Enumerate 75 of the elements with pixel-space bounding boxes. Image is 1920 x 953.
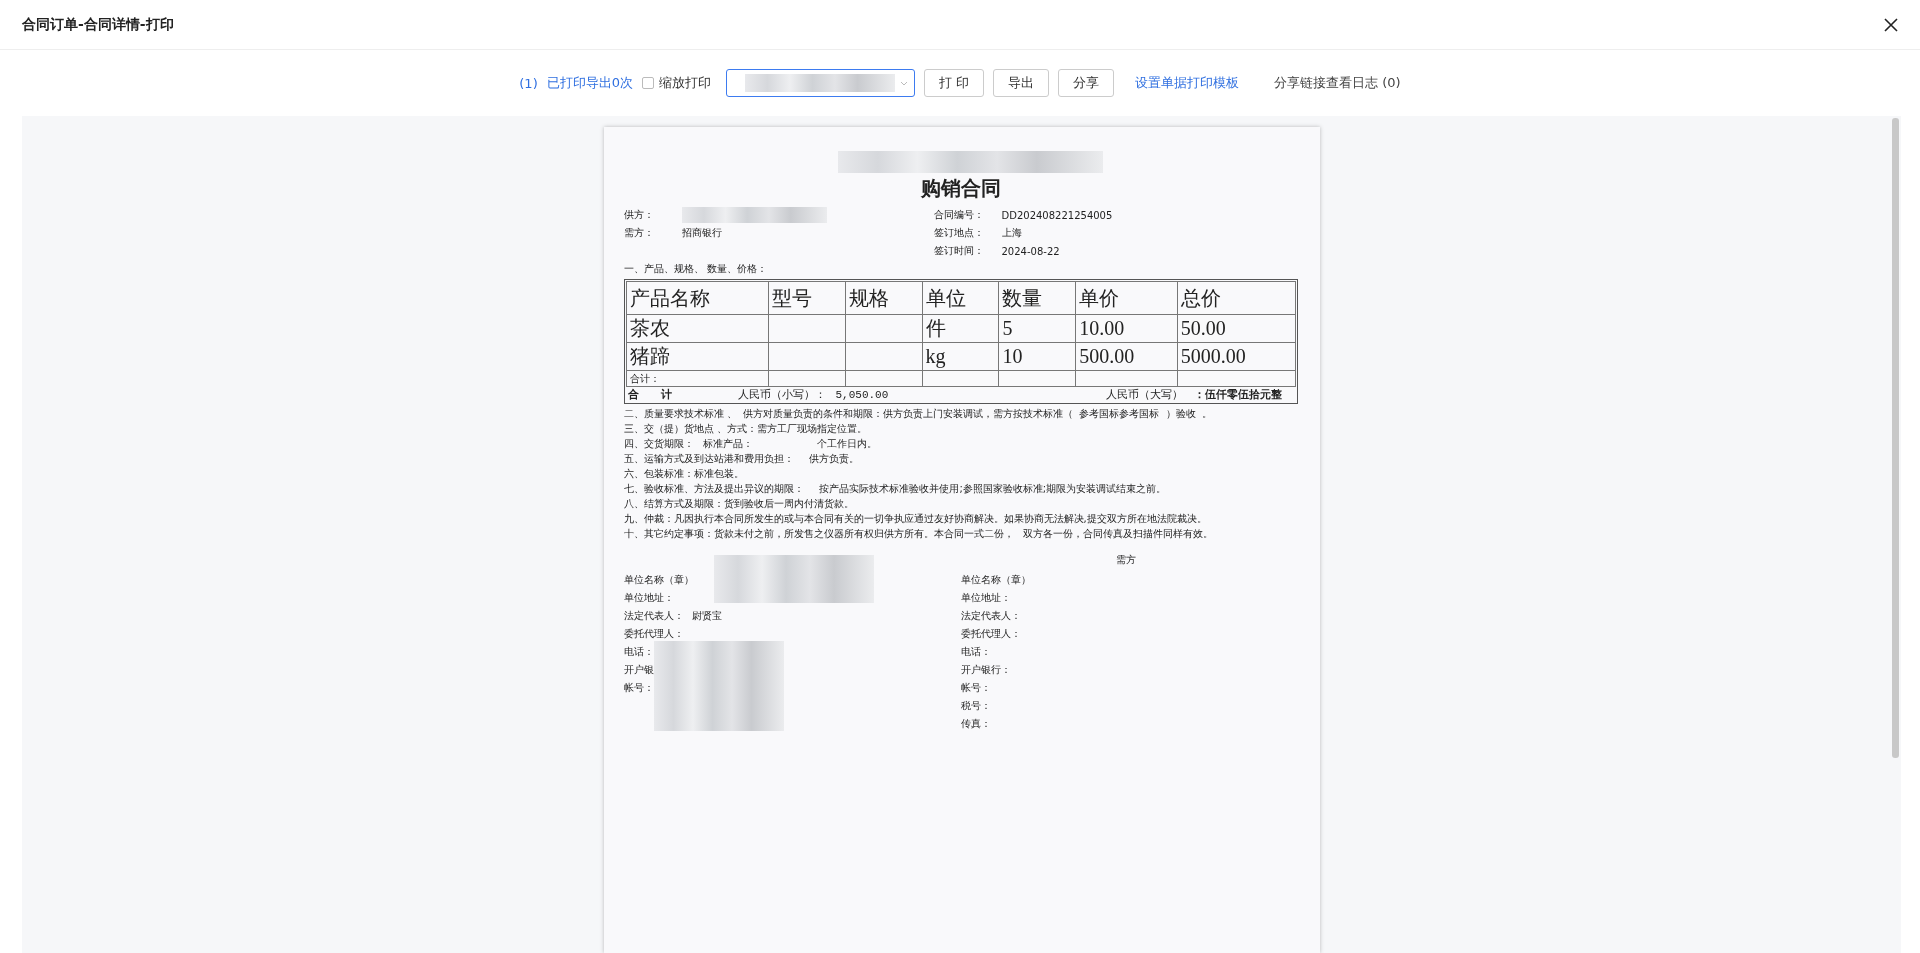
amount-value: 5,050.00 xyxy=(835,388,890,401)
clause-text: 七、验收标准、方法及提出异议的期限： 按产品实际技术标准验收并使用;参照国家验收标准;期限为安装调试结束之前。 xyxy=(623,482,1168,496)
amount-value: ：伍仟零伍拾元整 xyxy=(1193,387,1283,402)
field-label: 单位地址： xyxy=(960,591,1011,605)
field-label: 帐号： xyxy=(960,681,991,695)
checkbox[interactable] xyxy=(642,77,654,89)
checkbox-label: 缩放打印 xyxy=(659,74,711,92)
column-header: 数量 xyxy=(998,281,1076,315)
amount-label: 人民币（小写）： xyxy=(737,387,827,402)
clause-text: 八、结算方式及期限：货到验收后一周内付清货款。 xyxy=(623,497,855,511)
column-header: 型号 xyxy=(768,281,846,315)
column-header: 总价 xyxy=(1177,281,1295,315)
table-cell: 合计： xyxy=(626,370,769,387)
column-header: 单位 xyxy=(922,281,999,315)
column-header: 单价 xyxy=(1075,281,1178,315)
column-header: 产品名称 xyxy=(626,281,769,315)
field-label: 委托代理人： xyxy=(960,627,1021,641)
column-header: 规格 xyxy=(845,281,923,315)
section-title: 一、产品、规格、 数量、价格： xyxy=(623,262,768,276)
clause-text: 九、仲裁：凡因执行本合同所发生的或与本合同有关的一切争执应通过友好协商解决。如果协商无法解决,提交双方所在地法院裁决。 xyxy=(623,512,1208,526)
party-heading: 需方 xyxy=(1114,553,1137,567)
field-label: 单位名称（章） xyxy=(623,573,694,587)
field-value: DD202408221254005 xyxy=(1001,209,1113,221)
field-label: 供方： xyxy=(623,208,655,222)
scrollbar[interactable] xyxy=(1892,118,1899,758)
field-label: 税号： xyxy=(960,699,991,713)
field-label: 需方： xyxy=(623,226,655,240)
document-title: 购销合同 xyxy=(919,176,1002,201)
share-log-link[interactable]: 分享链接查看日志 (0) xyxy=(1274,74,1401,92)
clause-text: 十、其它约定事项：货款未付之前，所发售之仪器所有权归供方所有。本合同一式二份， 双方各一份，合同传真及扫描件同样有效。 xyxy=(623,527,1215,541)
field-value: 2024-08-22 xyxy=(1001,245,1060,257)
field-label: 签订地点： xyxy=(933,226,985,240)
amount-label: 人民币（大写） xyxy=(1105,387,1184,402)
field-label: 帐号： xyxy=(623,681,654,695)
table-cell: 5 xyxy=(998,314,1076,343)
clause-text: 三、交（提）货地点 、方式：需方工厂现场指定位置。 xyxy=(623,422,868,436)
clause-text: 二、质量要求技术标准 、 供方对质量负责的条件和期限：供方负责上门安装调试，需方按技术标准（ 参考国标参考国标 ）验收 。 xyxy=(623,407,1214,421)
table-cell: 10.00 xyxy=(1075,314,1178,343)
field-value: 招商银行 xyxy=(681,226,722,240)
field-label: 开户银行： xyxy=(960,663,1011,677)
field-value: 尉贤宝 xyxy=(691,609,722,623)
template-link[interactable]: 设置单据打印模板 xyxy=(1135,74,1240,92)
field-label: 单位名称（章） xyxy=(960,573,1031,587)
clause-text: 五、运输方式及到达站港和费用负担： 供方负责。 xyxy=(623,452,861,466)
field-label: 电话： xyxy=(623,645,654,659)
field-value: 上海 xyxy=(1001,226,1022,240)
field-label: 开户银 xyxy=(623,663,654,677)
table-cell: 10 xyxy=(998,342,1076,371)
print-count: (1) xyxy=(519,75,538,91)
toolbar-button[interactable]: 导出 xyxy=(993,69,1050,97)
close-icon[interactable] xyxy=(1884,17,1898,32)
table-cell: 件 xyxy=(922,314,999,343)
caret-icon xyxy=(900,81,908,86)
window-title: 合同订单-合同详情-打印 xyxy=(22,15,174,34)
template-select[interactable] xyxy=(726,69,915,97)
table-cell: kg xyxy=(922,342,999,371)
table-cell: 猪蹄 xyxy=(626,342,769,371)
field-label: 法定代表人： xyxy=(960,609,1021,623)
toolbar-button[interactable]: 打 印 xyxy=(924,69,985,97)
field-label: 电话： xyxy=(960,645,991,659)
total-label: 合 计 xyxy=(626,387,673,402)
table-cell: 500.00 xyxy=(1075,342,1178,371)
table-cell: 50.00 xyxy=(1177,314,1295,343)
field-label: 委托代理人： xyxy=(623,627,684,641)
field-label: 法定代表人： xyxy=(623,609,684,623)
table-cell: 5000.00 xyxy=(1177,342,1295,371)
table-cell: 茶农 xyxy=(626,314,769,343)
print-status: 已打印导出0次 xyxy=(546,74,633,92)
field-label: 单位地址： xyxy=(623,591,674,605)
field-label: 传真： xyxy=(960,717,991,731)
field-label: 合同编号： xyxy=(933,208,985,222)
clause-text: 六、包装标准：标准包装。 xyxy=(623,467,745,481)
field-label: 签订时间： xyxy=(933,244,985,258)
clause-text: 四、交货期限： 标准产品： 个工作日内。 xyxy=(623,437,878,451)
toolbar-button[interactable]: 分享 xyxy=(1058,69,1115,97)
